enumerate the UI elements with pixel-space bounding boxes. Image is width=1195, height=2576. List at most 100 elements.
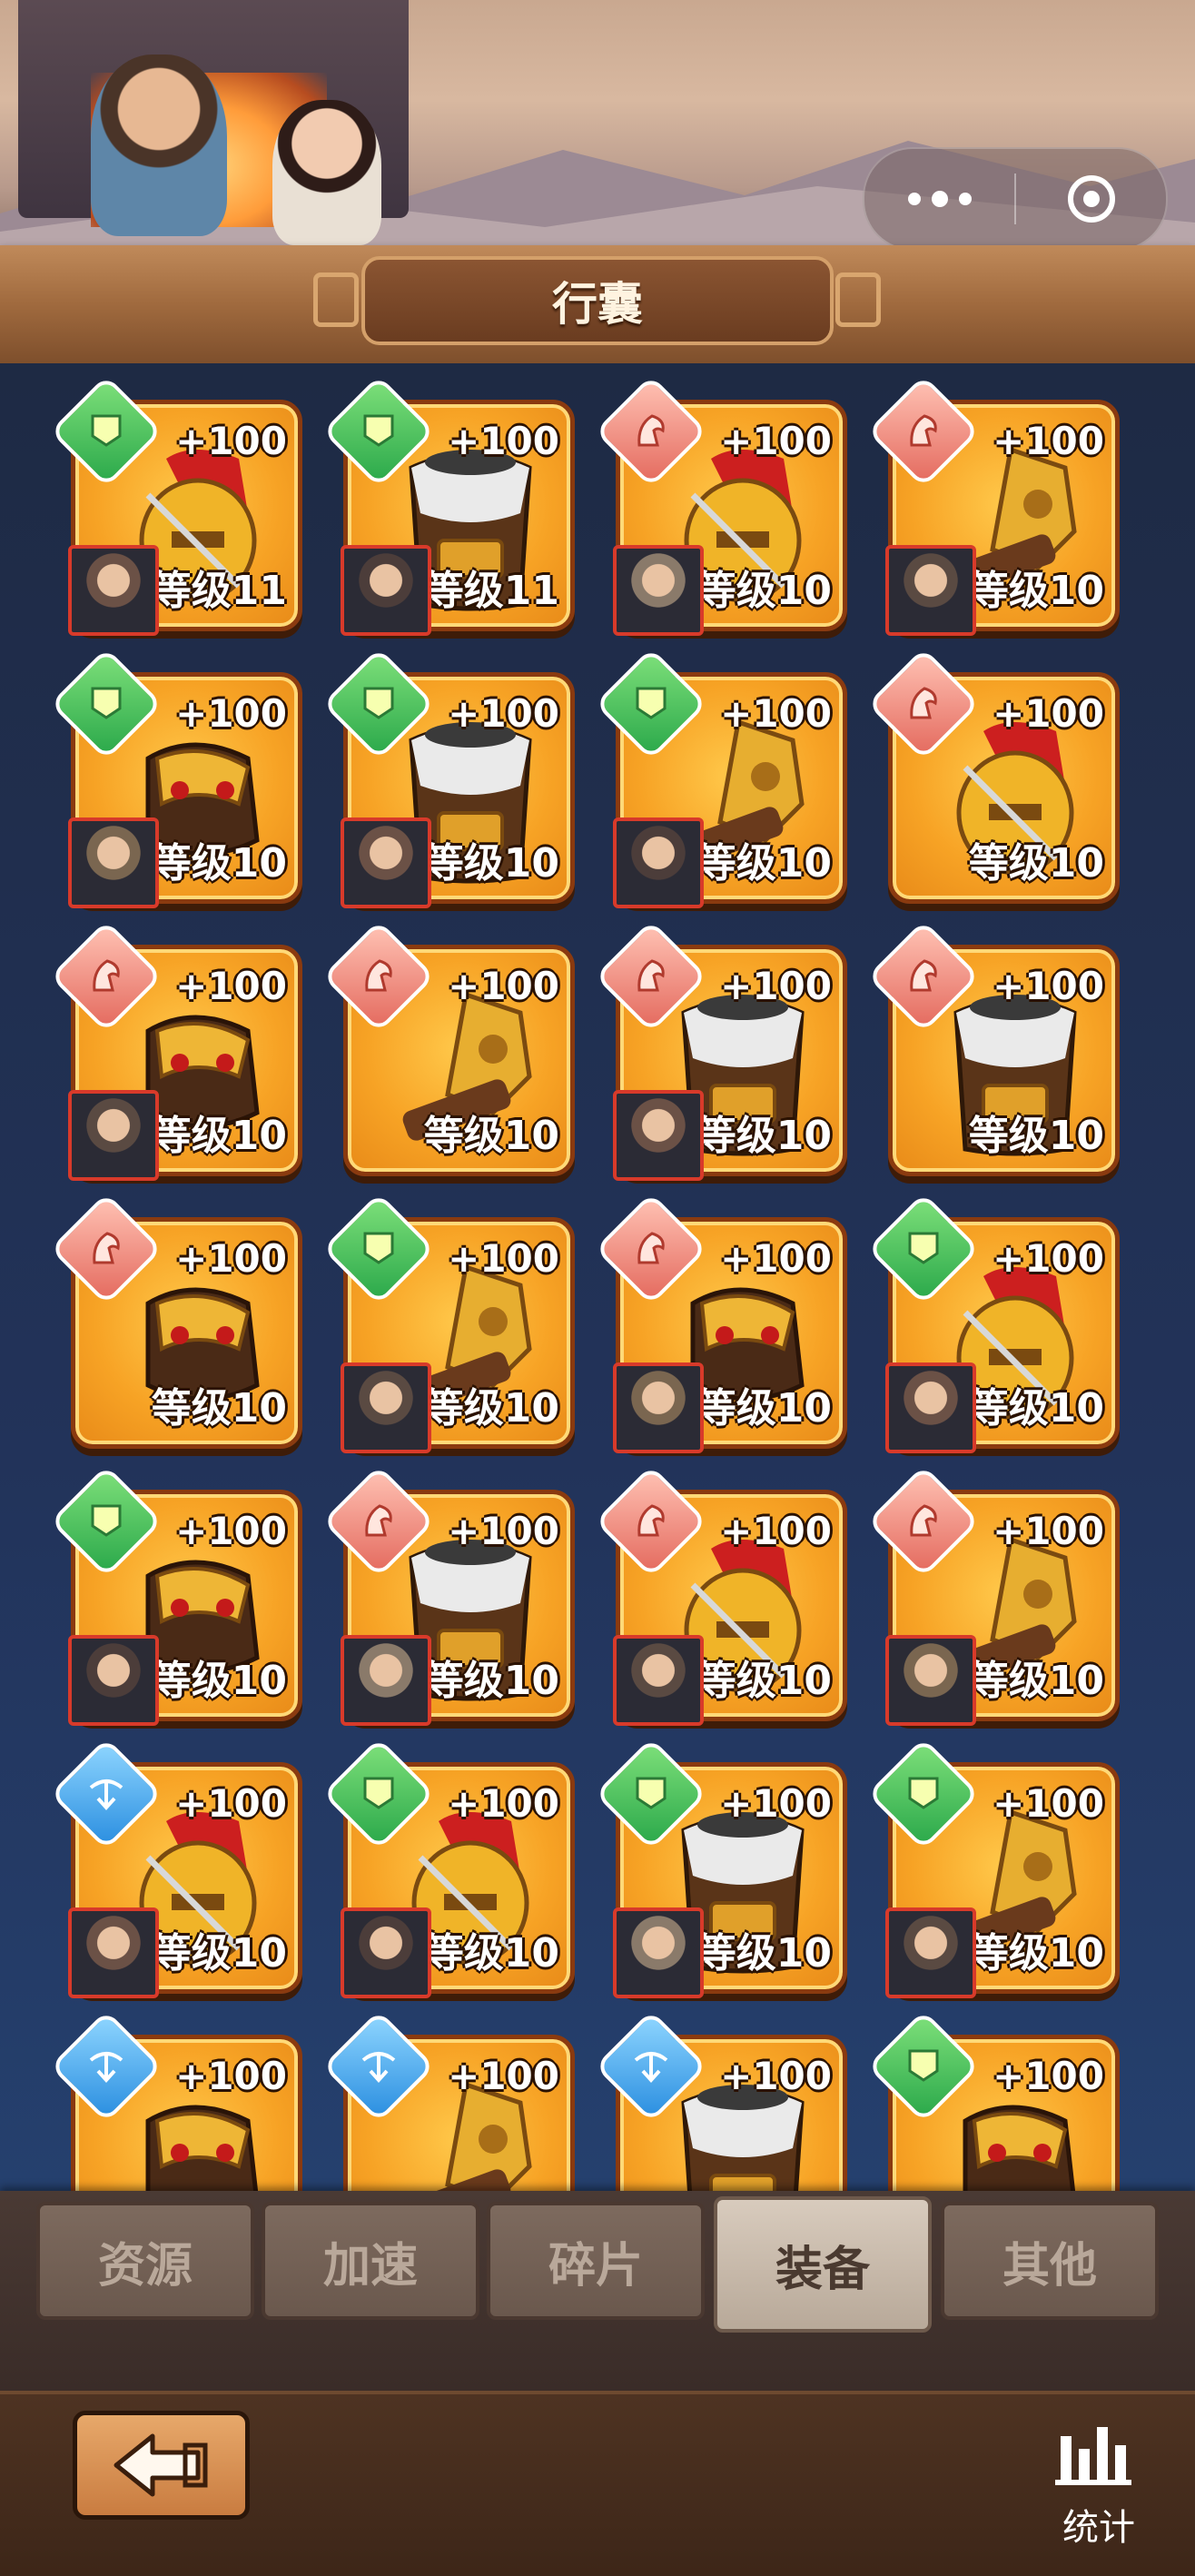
back-button[interactable]	[73, 2411, 250, 2520]
item-level: 等级10	[151, 1930, 287, 1977]
equipment-item-card[interactable]: +100 等级10	[321, 1464, 575, 1726]
equipment-item-card[interactable]: +100	[49, 2009, 302, 2191]
item-level: 等级10	[423, 1930, 559, 1977]
bar-chart-icon	[1055, 2427, 1131, 2485]
equipment-item-card[interactable]: +100 等级10	[321, 1192, 575, 1453]
stats-label: 统计	[1062, 2507, 1135, 2549]
tab-resources[interactable]: 资源	[36, 2202, 254, 2320]
item-level: 等级10	[696, 1930, 832, 1977]
item-quantity: +100	[720, 691, 832, 736]
hero-avatar	[613, 1090, 704, 1181]
equipment-item-card[interactable]: +100 等级10	[321, 919, 575, 1176]
item-level: 等级10	[968, 1658, 1104, 1704]
equipment-item-card[interactable]: +100	[321, 2009, 575, 2191]
equipment-item-card[interactable]: +100 等级10	[49, 919, 302, 1181]
hero-avatar	[68, 545, 159, 636]
equipment-item-card[interactable]: +100	[594, 2009, 847, 2191]
item-level: 等级10	[696, 1385, 832, 1432]
hero-avatar	[68, 1090, 159, 1181]
hero-avatar	[68, 817, 159, 908]
inventory-panel: +100 等级11 +100 等级11 +100 等级10 +100 等级10 +100 等级10…	[0, 363, 1195, 2191]
equipment-item-card[interactable]: +100 等级10	[594, 919, 847, 1181]
equipment-item-card[interactable]: +100 等级10	[594, 374, 847, 636]
item-level: 等级10	[423, 840, 559, 887]
equipment-item-card[interactable]: +100 等级10	[49, 647, 302, 908]
item-quantity: +100	[448, 964, 559, 1008]
title-bar: 行囊	[0, 245, 1195, 363]
item-quantity: +100	[448, 2054, 559, 2098]
item-quantity: +100	[175, 1509, 287, 1553]
item-quantity: +100	[175, 691, 287, 736]
equipment-item-card[interactable]: +100 等级10	[49, 1464, 302, 1726]
close-button[interactable]	[1016, 149, 1166, 249]
equipment-item-card[interactable]: +100 等级10	[594, 647, 847, 908]
target-close-icon	[1067, 175, 1115, 223]
item-quantity: +100	[993, 691, 1104, 736]
hero-avatar	[885, 545, 976, 636]
hero-avatar	[885, 1635, 976, 1726]
equipment-item-card[interactable]: +100 等级11	[321, 374, 575, 636]
item-level: 等级10	[968, 1930, 1104, 1977]
hero-avatar	[613, 1635, 704, 1726]
equipment-item-card[interactable]: +100 等级10	[594, 1464, 847, 1726]
item-quantity: +100	[175, 2054, 287, 2098]
equipment-item-card[interactable]: +100 等级10	[49, 1737, 302, 1998]
tab-fragments[interactable]: 碎片	[487, 2202, 705, 2320]
mini-program-capsule	[863, 147, 1168, 250]
item-quantity: +100	[993, 964, 1104, 1008]
hero-avatar	[341, 1907, 431, 1998]
more-dots-icon	[907, 193, 921, 205]
item-quantity: +100	[448, 1781, 559, 1826]
item-quantity: +100	[720, 2054, 832, 2098]
item-quantity: +100	[175, 1781, 287, 1826]
item-level: 等级10	[151, 1658, 287, 1704]
equipment-item-card[interactable]: +100 等级10	[49, 1192, 302, 1449]
bearded-man-character	[91, 54, 227, 236]
tab-other[interactable]: 其他	[941, 2202, 1159, 2320]
item-level: 等级11	[151, 568, 287, 614]
item-level: 等级11	[423, 568, 559, 614]
hero-avatar	[341, 1362, 431, 1453]
equipment-item-card[interactable]: +100 等级11	[49, 374, 302, 636]
hero-avatar	[885, 1907, 976, 1998]
equipment-item-card[interactable]: +100 等级10	[866, 374, 1120, 636]
header-banner-art	[0, 0, 1195, 250]
equipment-item-card[interactable]: +100 等级10	[866, 647, 1120, 904]
equipment-item-card[interactable]: +100 等级10	[594, 1192, 847, 1453]
equipment-item-card[interactable]: +100 等级10	[866, 1737, 1120, 1998]
tab-equipment[interactable]: 装备	[714, 2196, 932, 2333]
back-arrow-icon	[114, 2433, 207, 2497]
equipment-item-card[interactable]: +100 等级10	[321, 647, 575, 908]
stats-button[interactable]: 统计	[1044, 2418, 1153, 2549]
hero-avatar	[68, 1907, 159, 1998]
equipment-item-card[interactable]: +100 等级10	[866, 1464, 1120, 1726]
item-level: 等级10	[151, 1113, 287, 1159]
item-quantity: +100	[175, 1236, 287, 1281]
girl-character	[272, 100, 381, 245]
hero-avatar	[613, 817, 704, 908]
equipment-item-card[interactable]: +100 等级10	[594, 1737, 847, 1998]
item-level: 等级10	[423, 1658, 559, 1704]
equipment-item-card[interactable]: +100 等级10	[866, 1192, 1120, 1453]
item-level: 等级10	[696, 840, 832, 887]
item-quantity: +100	[993, 1781, 1104, 1826]
equipment-item-card[interactable]: +100 等级10	[866, 919, 1120, 1176]
tab-speedup[interactable]: 加速	[262, 2202, 479, 2320]
item-level: 等级10	[968, 1385, 1104, 1432]
hero-avatar	[68, 1635, 159, 1726]
item-level: 等级10	[151, 1385, 287, 1432]
more-button[interactable]	[864, 149, 1014, 249]
hero-avatar	[885, 1362, 976, 1453]
item-quantity: +100	[720, 1236, 832, 1281]
item-level: 等级10	[696, 568, 832, 614]
equipment-item-card[interactable]: +100	[866, 2009, 1120, 2191]
page-title: 行囊	[552, 278, 643, 331]
item-level: 等级10	[696, 1113, 832, 1159]
item-quantity: +100	[720, 1509, 832, 1553]
item-level: 等级10	[423, 1385, 559, 1432]
item-level: 等级10	[696, 1658, 832, 1704]
item-level: 等级10	[423, 1113, 559, 1159]
item-quantity: +100	[993, 2054, 1104, 2098]
title-ornament-right	[835, 272, 881, 327]
equipment-item-card[interactable]: +100 等级10	[321, 1737, 575, 1998]
